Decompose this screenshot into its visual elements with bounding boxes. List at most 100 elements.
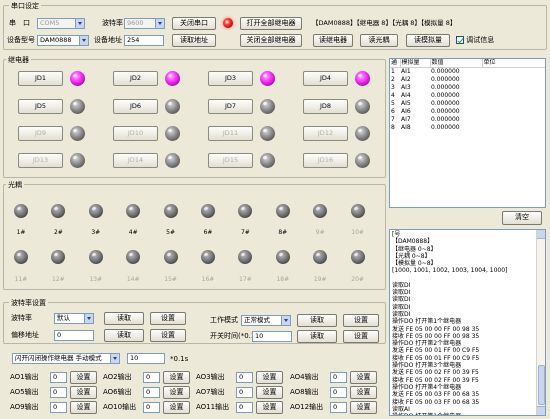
switch-time-read-button[interactable]: 读取 [297,330,337,343]
table-row[interactable]: 8 AI8 0.000000 [390,124,545,132]
relay-button-jd11[interactable]: JD11 [208,126,253,141]
relay-button-jd13[interactable]: JD13 [18,153,63,168]
ao-output-field[interactable]: 0 [330,402,347,413]
table-row[interactable]: 1 AI1 0.000000 [390,68,545,77]
device-model-select[interactable]: DAM0888 [37,35,89,46]
ao-output-set-button[interactable]: 设置 [350,371,377,384]
relay-button-jd5[interactable]: JD5 [18,99,63,114]
optocoupler-label: 7# [240,229,250,236]
ao-output-set-button[interactable]: 设置 [350,386,377,399]
ao-output-field[interactable]: 0 [143,372,160,383]
clear-button[interactable]: 清空 [502,211,542,225]
ao-output-set-button[interactable]: 设置 [163,371,190,384]
table-cell: 0.000000 [431,116,460,123]
table-row[interactable]: 4 AI4 0.000000 [390,92,545,100]
table-cell: 4 [391,92,395,99]
ao-output-set-button[interactable]: 设置 [70,386,97,399]
ao-output-field[interactable]: 0 [236,387,253,398]
relay-button-jd12[interactable]: JD12 [303,126,348,141]
scroll-thumb[interactable] [538,365,545,405]
flash-unit-label: *0.1s [170,355,189,363]
log-scrollbar[interactable] [536,230,545,415]
relay-button-jd1[interactable]: JD1 [18,71,63,86]
device-addr-field[interactable]: 254 [124,35,164,46]
debug-toggle[interactable]: 调试信息 [456,36,494,45]
switch-time-field[interactable]: 10 [252,331,292,342]
read-addr-button[interactable]: 读取地址 [172,34,216,47]
relay-button-jd9[interactable]: JD9 [18,126,63,141]
relay-button-jd6[interactable]: JD6 [113,99,158,114]
ao-output-field[interactable]: 0 [330,372,347,383]
ao-output-field[interactable]: 0 [143,387,160,398]
table-row[interactable]: 5 AI5 0.000000 [390,100,545,108]
log-line: [号 [392,231,401,238]
ao-output-set-button[interactable]: 设置 [163,401,190,414]
close-all-relays-button[interactable]: 关闭全部继电器 [240,34,302,47]
ao-output-set-button[interactable]: 设置 [163,386,190,399]
scroll-down-arrow[interactable] [537,406,545,415]
ao-output-set-button[interactable]: 设置 [256,371,283,384]
work-mode-set-button[interactable]: 设置 [343,314,379,327]
read-optocoupler-button[interactable]: 读光耦 [360,34,398,47]
close-port-button[interactable]: 关闭串口 [172,17,216,30]
ao-output-field[interactable]: 0 [330,387,347,398]
relay-button-jd16[interactable]: JD16 [303,153,348,168]
baud-read-button[interactable]: 读取 [104,312,144,325]
optocoupler-indicator-8 [275,204,290,218]
table-row[interactable]: 2 AI2 0.000000 [390,76,545,84]
relay-indicator-jd7 [260,99,275,114]
work-mode-read-button[interactable]: 读取 [297,314,337,327]
scroll-up-arrow[interactable] [537,230,545,239]
ao-output-set-button[interactable]: 设置 [350,401,377,414]
ao-output-field[interactable]: 0 [236,402,253,413]
offset-set-button[interactable]: 设置 [150,329,186,342]
open-all-relays-button[interactable]: 打开全部继电器 [240,17,302,30]
ao-output-set-button[interactable]: 设置 [70,371,97,384]
table-cell: 5 [391,100,395,107]
analog-table-panel[interactable]: 通 模拟量 数值 单位 1 AI1 0.000000 2 AI2 0.000000 3 AI3… [389,58,546,208]
baud-set-button[interactable]: 设置 [150,312,186,325]
table-row[interactable]: 3 AI3 0.000000 [390,84,545,92]
debug-checkbox[interactable] [456,36,464,44]
ao-output-field[interactable]: 0 [50,387,67,398]
port-select[interactable]: COM5 [37,18,85,29]
ao-output-set-button[interactable]: 设置 [256,386,283,399]
optocoupler-label: 9# [315,229,325,236]
baud-setting-select[interactable]: 默认 [54,313,94,324]
optocoupler-indicator-18 [275,250,290,264]
optocoupler-indicator-11 [14,250,28,264]
relay-button-jd4[interactable]: JD4 [303,71,348,86]
device-addr-label: 设备地址 [94,36,122,44]
offset-read-button[interactable]: 读取 [104,329,144,342]
read-analog-button[interactable]: 读模拟量 [406,34,450,47]
log-line: 发送 FE 05 00 01 FF 00 C9 F5 [392,347,480,355]
ao-output-label: AO4输出 [290,373,319,381]
col-header: 数值 [430,59,483,68]
baud-select[interactable]: 9600 [124,18,165,29]
log-panel[interactable]: [号 【DAM0888】 【继电器 0~8】 【光耦 0~8】 【模拟量 0~8】… [389,229,546,416]
ao-output-field[interactable]: 0 [50,402,67,413]
relay-button-jd10[interactable]: JD10 [113,126,158,141]
ao-output-field[interactable]: 0 [50,372,67,383]
relay-button-jd7[interactable]: JD7 [208,99,253,114]
relay-button-jd2[interactable]: JD2 [113,71,158,86]
work-mode-select[interactable]: 正常模式 [241,315,291,326]
relay-button-jd14[interactable]: JD14 [113,153,158,168]
table-row[interactable]: 7 AI7 0.000000 [390,116,545,124]
ao-output-set-button[interactable]: 设置 [70,401,97,414]
read-relay-button[interactable]: 读继电器 [313,34,353,47]
flash-mode-select[interactable]: 闪开闪闭操作继电器 手动模式 [12,353,120,364]
log-line: 接收 FE 05 00 03 FF 00 68 35 [392,398,480,406]
ao-output-field[interactable]: 0 [236,372,253,383]
relay-button-jd15[interactable]: JD15 [208,153,253,168]
ao-output-label: AO5输出 [10,388,39,396]
offset-field[interactable]: 0 [54,330,94,341]
relay-button-jd8[interactable]: JD8 [303,99,348,114]
table-row[interactable]: 6 AI6 0.000000 [390,108,545,116]
relay-button-jd3[interactable]: JD3 [208,71,253,86]
ao-output-field[interactable]: 0 [143,402,160,413]
flash-interval-field[interactable]: 10 [127,353,165,364]
ao-output-set-button[interactable]: 设置 [256,401,283,414]
switch-time-set-button[interactable]: 设置 [343,330,379,343]
